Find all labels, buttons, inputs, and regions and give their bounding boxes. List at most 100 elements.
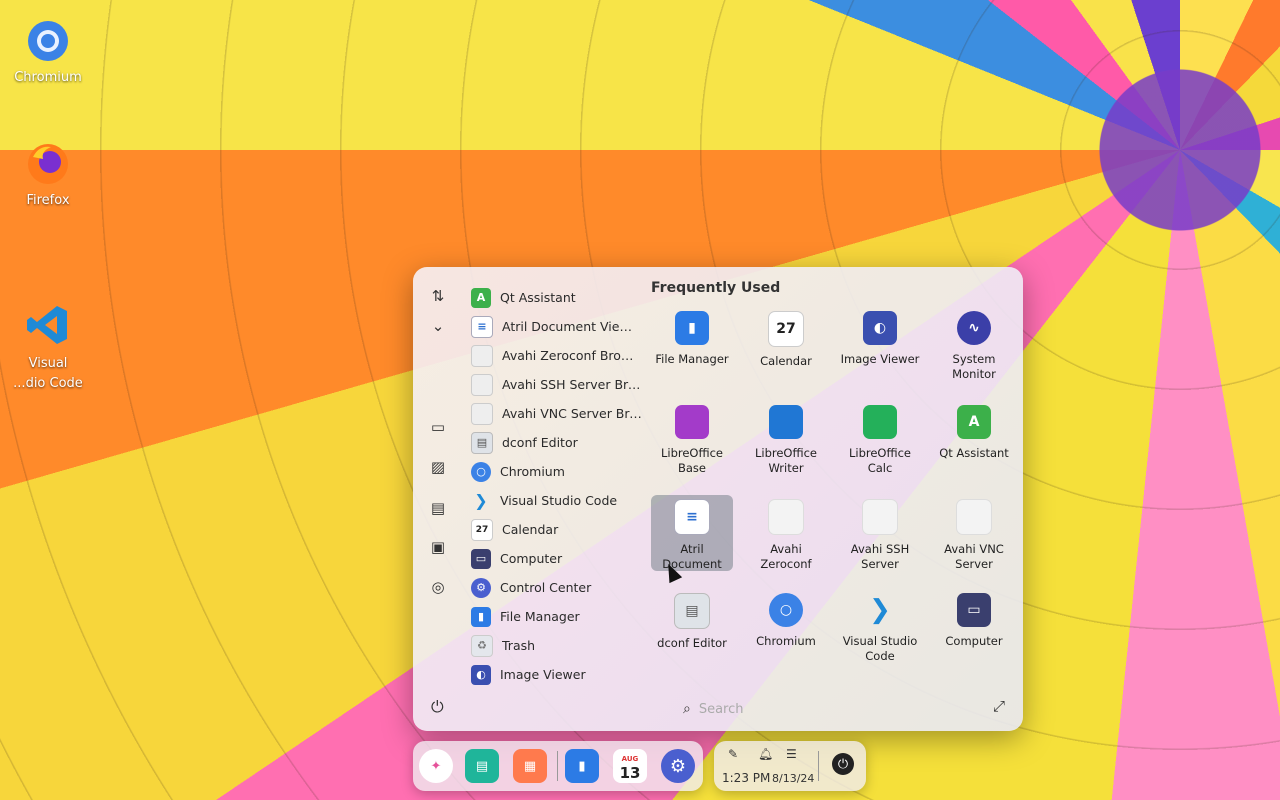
tile-dconf-editor[interactable]: ▤ dconf Editor <box>651 589 733 665</box>
tile-libreoffice-writer[interactable]: LibreOffice Writer <box>745 401 827 477</box>
file-manager-icon: ▮ <box>471 606 491 627</box>
desktop-icon-chromium[interactable]: Chromium <box>0 18 96 85</box>
calendar-icon: 27 <box>471 518 493 541</box>
computer-icon: ▭ <box>471 548 491 569</box>
avahi-icon <box>471 402 493 425</box>
tile-label: LibreOffice Writer <box>754 446 818 475</box>
settings-icon[interactable]: ⚙ <box>661 749 695 783</box>
list-item-label: Avahi VNC Server Bro... <box>502 406 642 421</box>
search-box[interactable]: ⌕ Search <box>683 697 883 721</box>
list-item-label: Qt Assistant <box>500 290 576 305</box>
avahi-icon <box>471 344 493 367</box>
tile-qt-assistant[interactable]: A Qt Assistant <box>933 401 1015 477</box>
app-store-icon[interactable]: ▦ <box>513 749 547 783</box>
tile-libreoffice-calc[interactable]: LibreOffice Calc <box>839 401 921 477</box>
tile-system-monitor[interactable]: ∿ System Monitor <box>933 307 1015 383</box>
display-icon[interactable]: ▣ <box>427 536 449 558</box>
file-manager-icon[interactable]: ▮ <box>565 749 599 783</box>
document-icon[interactable]: ▤ <box>427 497 449 519</box>
image-icon[interactable]: ▨ <box>427 456 449 478</box>
clock-date[interactable]: 8/13/24 <box>772 772 814 785</box>
taskbar-dock: ✦ ▤ ▦ ▮ AUG 13 ⚙ <box>413 741 703 791</box>
desktop-icon-firefox[interactable]: Firefox <box>0 141 96 208</box>
libreoffice-calc-icon <box>863 405 897 439</box>
tile-label: dconf Editor <box>657 636 727 650</box>
globe-icon[interactable]: ◎ <box>427 576 449 598</box>
list-item[interactable]: ○ Chromium <box>471 457 651 486</box>
clock-time[interactable]: 1:23 PM <box>722 771 770 785</box>
desktop-icon-label: Visual ...dio Code <box>13 356 83 391</box>
avahi-icon <box>862 499 898 535</box>
list-item[interactable]: Avahi VNC Server Bro... <box>471 399 651 428</box>
list-item[interactable]: ♻ Trash <box>471 631 651 660</box>
tile-image-viewer[interactable]: ◐ Image Viewer <box>839 307 921 383</box>
avahi-icon <box>768 499 804 535</box>
tile-chromium[interactable]: ○ Chromium <box>745 589 827 665</box>
multitasking-icon[interactable]: ▤ <box>465 749 499 783</box>
desktop-icon-label: Firefox <box>26 193 70 208</box>
tile-calendar[interactable]: 27 Calendar <box>745 307 827 383</box>
list-item[interactable]: ≡ Atril Document Viewer <box>471 312 651 341</box>
power-icon[interactable]: ⏻ <box>832 753 854 775</box>
list-item[interactable]: ▤ dconf Editor <box>471 428 651 457</box>
settings-icon: ⚙ <box>471 577 491 598</box>
search-icon: ⌕ <box>683 701 691 717</box>
system-tray: ✎ 🔔︎ ☰ 1:23 PM 8/13/24 ⏻ <box>714 741 866 791</box>
list-item-label: Avahi Zeroconf Browser <box>502 348 642 363</box>
tile-visual-studio-code[interactable]: ❯ Visual Studio Code <box>839 589 921 665</box>
list-item-label: Chromium <box>500 464 565 479</box>
tray-divider <box>818 751 819 781</box>
monitor-icon[interactable]: ▭ <box>427 416 449 438</box>
list-item[interactable]: Avahi SSH Server Brow... <box>471 370 651 399</box>
tile-label: System Monitor <box>952 352 996 381</box>
tile-label: LibreOffice Calc <box>848 446 912 475</box>
trash-icon: ♻ <box>471 634 493 657</box>
qt-assistant-icon: A <box>471 287 491 308</box>
list-item[interactable]: Avahi Zeroconf Browser <box>471 341 651 370</box>
fullscreen-expand-icon[interactable]: ⤢ <box>993 697 1005 715</box>
list-item-label: Atril Document Viewer <box>502 319 642 334</box>
list-item[interactable]: ❯ Visual Studio Code <box>471 486 651 515</box>
all-apps-list: A Qt Assistant ≡ Atril Document Viewer Ava… <box>471 283 651 689</box>
chevron-down-icon[interactable]: ⌄ <box>427 315 449 337</box>
list-item-label: dconf Editor <box>502 435 578 450</box>
chromium-icon <box>25 18 71 64</box>
toggle-icon[interactable]: ☰ <box>786 747 797 761</box>
bell-icon[interactable]: 🔔︎ <box>758 747 773 761</box>
tile-computer[interactable]: ▭ Computer <box>933 589 1015 665</box>
launcher-icon[interactable]: ✦ <box>419 749 453 783</box>
list-item-label: File Manager <box>500 609 580 624</box>
power-icon[interactable]: ⏻ <box>431 697 444 717</box>
image-viewer-icon: ◐ <box>863 311 897 345</box>
search-placeholder: Search <box>698 701 744 717</box>
frequently-used-heading: Frequently Used <box>651 280 781 296</box>
avahi-icon <box>471 373 493 396</box>
tile-atril-document[interactable]: ≡ Atril Document <box>651 495 733 571</box>
qt-assistant-icon: A <box>957 405 991 439</box>
sort-icon[interactable]: ⇅ <box>427 285 449 307</box>
tile-avahi-vnc-server[interactable]: Avahi VNC Server <box>933 495 1015 571</box>
desktop-icon-vscode[interactable]: Visual ...dio Code <box>0 262 96 414</box>
vscode-icon: ❯ <box>869 594 891 625</box>
pen-icon[interactable]: ✎ <box>728 747 738 761</box>
tile-label: Avahi Zeroconf <box>760 542 812 571</box>
tile-libreoffice-base[interactable]: LibreOffice Base <box>651 401 733 477</box>
libreoffice-base-icon <box>675 405 709 439</box>
list-item-label: Image Viewer <box>500 667 586 682</box>
tile-label: Qt Assistant <box>939 446 1009 460</box>
list-item[interactable]: ▭ Computer <box>471 544 651 573</box>
list-item[interactable]: 27 Calendar <box>471 515 651 544</box>
list-item[interactable]: ⚙ Control Center <box>471 573 651 602</box>
tile-avahi-zeroconf[interactable]: Avahi Zeroconf <box>745 495 827 571</box>
firefox-icon <box>25 141 71 187</box>
tile-file-manager[interactable]: ▮ File Manager <box>651 307 733 383</box>
list-item-label: Calendar <box>502 522 559 537</box>
tile-avahi-ssh-server[interactable]: Avahi SSH Server <box>839 495 921 571</box>
calendar-icon[interactable]: AUG 13 <box>613 749 647 783</box>
tile-label: Calendar <box>760 354 812 368</box>
libreoffice-writer-icon <box>769 405 803 439</box>
list-item[interactable]: ▮ File Manager <box>471 602 651 631</box>
list-item[interactable]: ◐ Image Viewer <box>471 660 651 689</box>
start-menu: ⇅ ⌄ ▭ ▨ ▤ ▣ ◎ A Qt Assistant ≡ Atril Docum… <box>413 267 1023 731</box>
list-item[interactable]: A Qt Assistant <box>471 283 651 312</box>
